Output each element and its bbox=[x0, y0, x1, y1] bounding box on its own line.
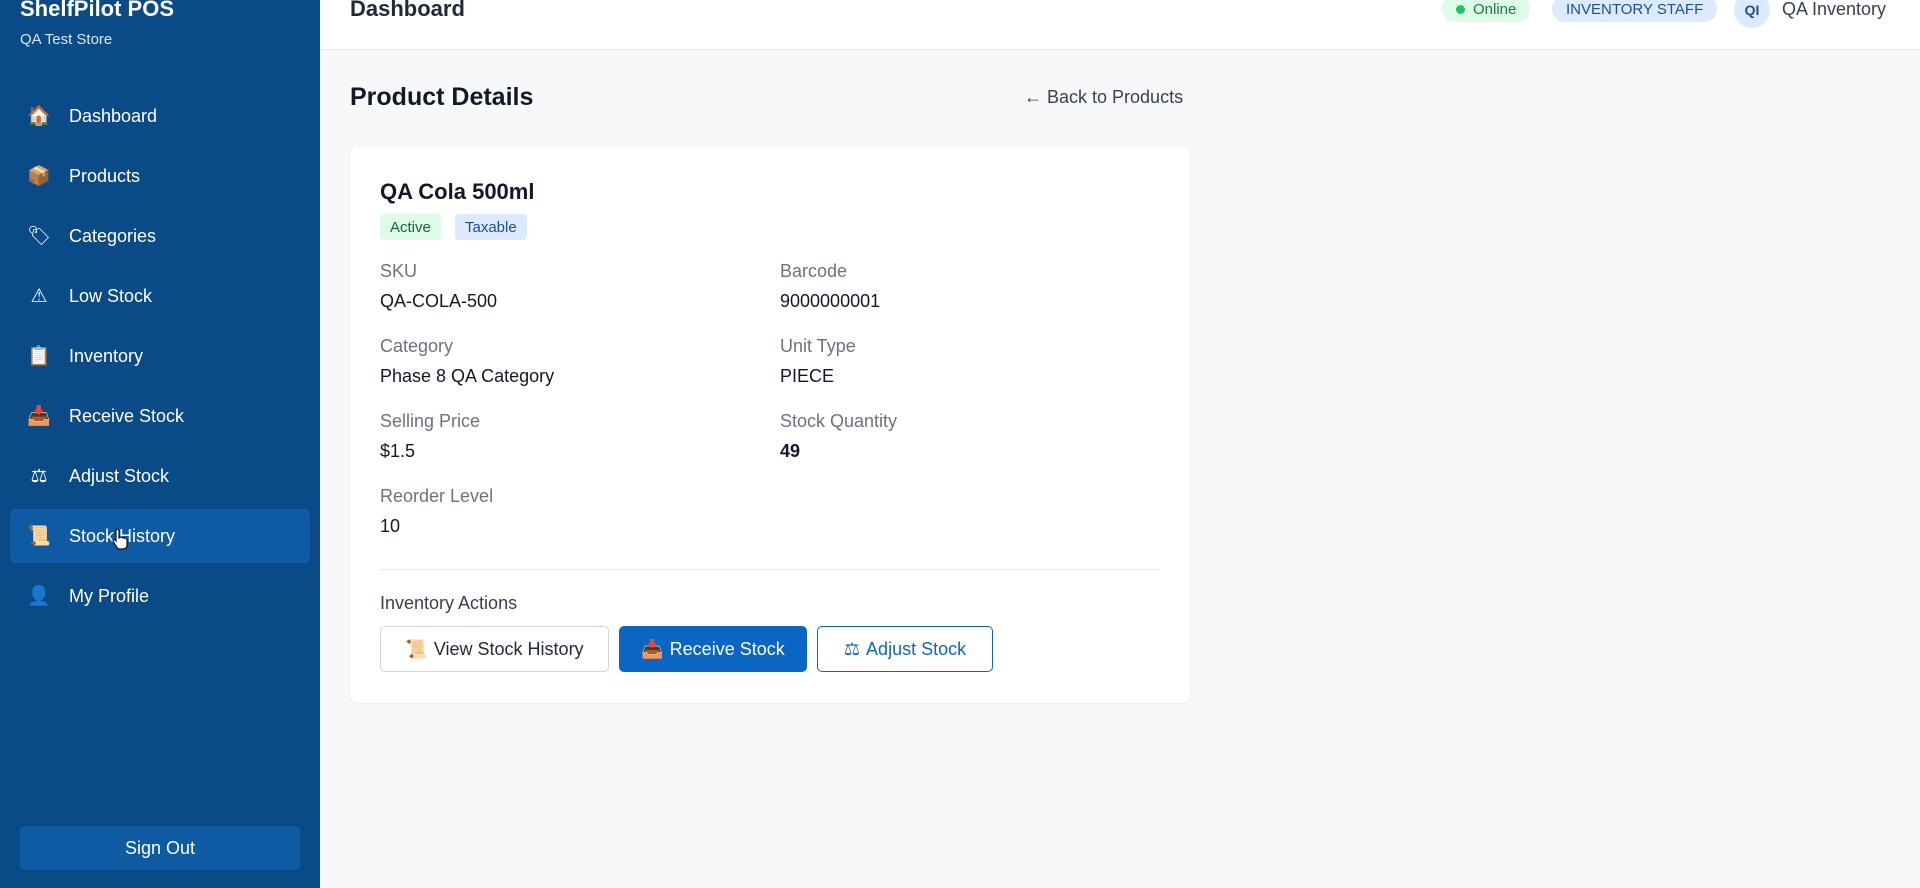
inbox-tray-icon: 📥 bbox=[27, 405, 51, 427]
sidebar-item-label: Inventory bbox=[69, 345, 144, 366]
role-badge: INVENTORY STAFF bbox=[1552, 0, 1718, 22]
sidebar-item-receive-stock[interactable]: 📥 Receive Stock bbox=[10, 389, 310, 443]
online-status-badge: Online bbox=[1442, 0, 1531, 22]
header-title: Dashboard bbox=[350, 0, 465, 21]
mouse-pointer-icon bbox=[112, 528, 128, 550]
view-stock-history-button[interactable]: 📜 View Stock History bbox=[380, 626, 609, 672]
sidebar-item-dashboard[interactable]: 🏠 Dashboard bbox=[10, 89, 310, 143]
receive-stock-button[interactable]: 📥 Receive Stock bbox=[619, 626, 807, 672]
sidebar: ShelfPilot POS QA Test Store 🏠 Dashboard… bbox=[0, 0, 320, 888]
house-icon: 🏠 bbox=[27, 105, 51, 127]
sidebar-item-label: Categories bbox=[69, 225, 157, 246]
category-value: Phase 8 QA Category bbox=[380, 366, 555, 386]
unit-type-label: Unit Type bbox=[780, 336, 856, 356]
sidebar-item-label: Receive Stock bbox=[69, 405, 185, 426]
adjust-stock-label: Adjust Stock bbox=[866, 638, 967, 659]
back-to-products-link[interactable]: ← Back to Products bbox=[1024, 87, 1183, 108]
user-icon: 👤 bbox=[27, 585, 51, 607]
tag-icon: 🏷 bbox=[26, 225, 52, 247]
divider bbox=[380, 569, 1160, 570]
sidebar-item-label: My Profile bbox=[69, 585, 150, 606]
barcode-label: Barcode bbox=[780, 261, 848, 281]
sidebar-item-label: Adjust Stock bbox=[69, 465, 170, 486]
sidebar-item-label: Low Stock bbox=[69, 285, 153, 306]
inbox-tray-icon: 📥 bbox=[641, 638, 664, 659]
scale-icon: ⚖ bbox=[30, 465, 48, 487]
avatar[interactable]: QI bbox=[1734, 0, 1770, 28]
sidebar-item-categories[interactable]: 🏷 Categories bbox=[10, 209, 310, 263]
top-bar: Dashboard Online INVENTORY STAFF QI QA I… bbox=[320, 0, 1920, 50]
status-dot-icon bbox=[1456, 4, 1465, 14]
warning-icon: ⚠ bbox=[30, 285, 48, 307]
taxable-badge: Taxable bbox=[455, 214, 527, 240]
box-icon: 📦 bbox=[27, 165, 51, 187]
sidebar-item-adjust-stock[interactable]: ⚖ Adjust Stock bbox=[10, 449, 310, 503]
barcode-value: 9000000001 bbox=[780, 291, 881, 311]
stock-quantity-label: Stock Quantity bbox=[780, 411, 898, 431]
inventory-actions-title: Inventory Actions bbox=[380, 593, 518, 613]
adjust-stock-button[interactable]: ⚖ Adjust Stock bbox=[817, 626, 993, 672]
active-badge: Active bbox=[380, 214, 441, 240]
category-label: Category bbox=[380, 336, 454, 356]
sidebar-item-my-profile[interactable]: 👤 My Profile bbox=[10, 569, 310, 623]
unit-type-value: PIECE bbox=[780, 366, 835, 386]
sku-value: QA-COLA-500 bbox=[380, 291, 498, 311]
product-details-card: QA Cola 500ml Active Taxable SKU QA-COLA… bbox=[350, 147, 1190, 703]
sidebar-item-stock-history[interactable]: 📜 Stock History bbox=[10, 509, 310, 563]
sign-out-button[interactable]: Sign Out bbox=[20, 826, 300, 870]
sidebar-item-label: Dashboard bbox=[69, 105, 158, 126]
sidebar-item-products[interactable]: 📦 Products bbox=[10, 149, 310, 203]
store-name: QA Test Store bbox=[20, 31, 113, 48]
receive-stock-label: Receive Stock bbox=[669, 638, 785, 659]
scroll-icon: 📜 bbox=[405, 638, 428, 659]
user-name[interactable]: QA Inventory bbox=[1782, 0, 1886, 20]
selling-price-label: Selling Price bbox=[380, 411, 481, 431]
reorder-level-value: 10 bbox=[380, 516, 401, 536]
selling-price-value: $1.5 bbox=[380, 441, 416, 461]
reorder-level-label: Reorder Level bbox=[380, 486, 494, 506]
clipboard-icon: 📋 bbox=[27, 345, 51, 367]
scale-icon: ⚖ bbox=[843, 638, 861, 659]
stock-quantity-value: 49 bbox=[780, 441, 801, 461]
sidebar-nav: 🏠 Dashboard 📦 Products 🏷 Categories ⚠ Lo… bbox=[10, 89, 310, 629]
brand-name: ShelfPilot POS bbox=[20, 0, 175, 21]
online-status-label: Online bbox=[1473, 0, 1517, 18]
sidebar-item-label: Products bbox=[69, 165, 141, 186]
sidebar-item-low-stock[interactable]: ⚠ Low Stock bbox=[10, 269, 310, 323]
sku-label: SKU bbox=[380, 261, 418, 281]
product-name: QA Cola 500ml bbox=[380, 179, 535, 204]
page-title: Product Details bbox=[350, 83, 534, 111]
view-stock-history-label: View Stock History bbox=[433, 638, 584, 659]
sidebar-item-inventory[interactable]: 📋 Inventory bbox=[10, 329, 310, 383]
scroll-icon: 📜 bbox=[27, 525, 51, 547]
